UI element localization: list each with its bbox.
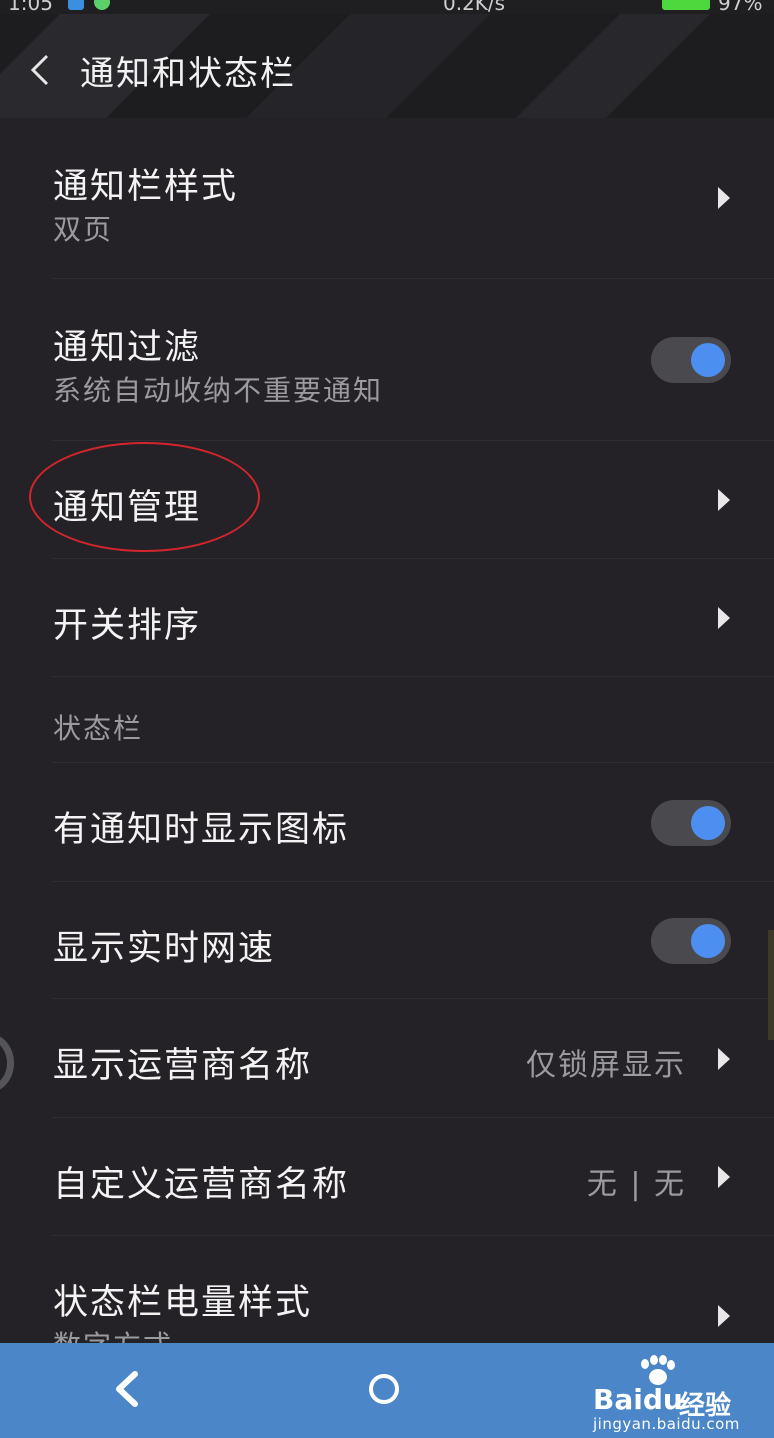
- show-icon-toggle[interactable]: [651, 800, 731, 846]
- chevron-right-icon: [718, 1166, 730, 1188]
- edge-decoration: [768, 930, 774, 1040]
- nav-home-button[interactable]: [358, 1363, 410, 1415]
- setting-label: 有通知时显示图标: [53, 810, 350, 850]
- setting-label: 自定义运营商名称: [53, 1165, 350, 1205]
- setting-label: 通知过滤: [53, 328, 202, 368]
- setting-show-notification-icon[interactable]: 有通知时显示图标: [0, 763, 774, 882]
- setting-label: 显示实时网速: [53, 929, 276, 969]
- back-button[interactable]: [14, 44, 66, 96]
- toggle-knob: [691, 806, 725, 840]
- setting-value: 仅锁屏显示: [526, 1048, 686, 1083]
- chevron-right-icon: [718, 489, 730, 511]
- battery-icon: [662, 0, 710, 10]
- watermark-brand: Baidu: [593, 1383, 683, 1416]
- watermark-url: jingyan.baidu.com: [593, 1415, 740, 1433]
- chevron-left-icon: [30, 54, 49, 86]
- screen: 1:05 0.2K/s 97% 通知和状态栏 通知栏样式 双页 通知过滤 系统自…: [0, 0, 774, 1438]
- chevron-right-icon: [718, 187, 730, 209]
- navigation-bar: Baidu 经验 jingyan.baidu.com: [0, 1343, 774, 1438]
- toggle-knob: [691, 924, 725, 958]
- status-notification-icons: [68, 0, 110, 10]
- setting-notification-style[interactable]: 通知栏样式 双页: [0, 118, 774, 279]
- section-header-status-bar: 状态栏: [0, 677, 774, 763]
- app-header: 通知和状态栏: [0, 14, 774, 118]
- chevron-right-icon: [718, 1305, 730, 1327]
- setting-label: 状态栏电量样式: [53, 1283, 313, 1323]
- status-bar: 1:05 0.2K/s 97%: [0, 0, 774, 14]
- status-network-speed: 0.2K/s: [443, 0, 506, 14]
- setting-carrier-name[interactable]: 显示运营商名称 仅锁屏显示: [0, 999, 774, 1118]
- setting-value: 无 | 无: [586, 1167, 686, 1202]
- app-notification-icon: [68, 0, 84, 10]
- chevron-right-icon: [718, 1048, 730, 1070]
- setting-realtime-speed[interactable]: 显示实时网速: [0, 882, 774, 999]
- chevron-right-icon: [718, 607, 730, 629]
- home-circle-icon: [369, 1374, 399, 1404]
- setting-value: 数字方式: [53, 1324, 173, 1343]
- status-battery-percent: 97%: [718, 0, 763, 14]
- toggle-knob: [691, 343, 725, 377]
- header-decor-stripe: [460, 14, 750, 118]
- nav-back-button[interactable]: [100, 1363, 152, 1415]
- setting-label: 通知栏样式: [53, 167, 239, 207]
- setting-switch-order[interactable]: 开关排序: [0, 559, 774, 677]
- setting-custom-carrier-name[interactable]: 自定义运营商名称 无 | 无: [0, 1118, 774, 1236]
- baidu-jingyan-watermark: Baidu 经验 jingyan.baidu.com: [593, 1355, 763, 1433]
- realtime-speed-toggle[interactable]: [651, 918, 731, 964]
- setting-value: 双页: [53, 213, 114, 246]
- setting-description: 系统自动收纳不重要通知: [53, 374, 384, 407]
- section-title: 状态栏: [53, 712, 144, 745]
- red-annotation-ellipse: [29, 442, 260, 552]
- back-arrow-icon: [116, 1371, 138, 1407]
- status-time: 1:05: [8, 0, 53, 14]
- setting-notification-filter[interactable]: 通知过滤 系统自动收纳不重要通知: [0, 279, 774, 441]
- setting-label: 显示运营商名称: [53, 1046, 313, 1086]
- setting-label: 开关排序: [53, 606, 202, 646]
- page-title: 通知和状态栏: [80, 54, 296, 94]
- wechat-notification-icon: [94, 0, 110, 10]
- notification-filter-toggle[interactable]: [651, 337, 731, 383]
- setting-battery-style[interactable]: 状态栏电量样式 数字方式: [0, 1236, 774, 1343]
